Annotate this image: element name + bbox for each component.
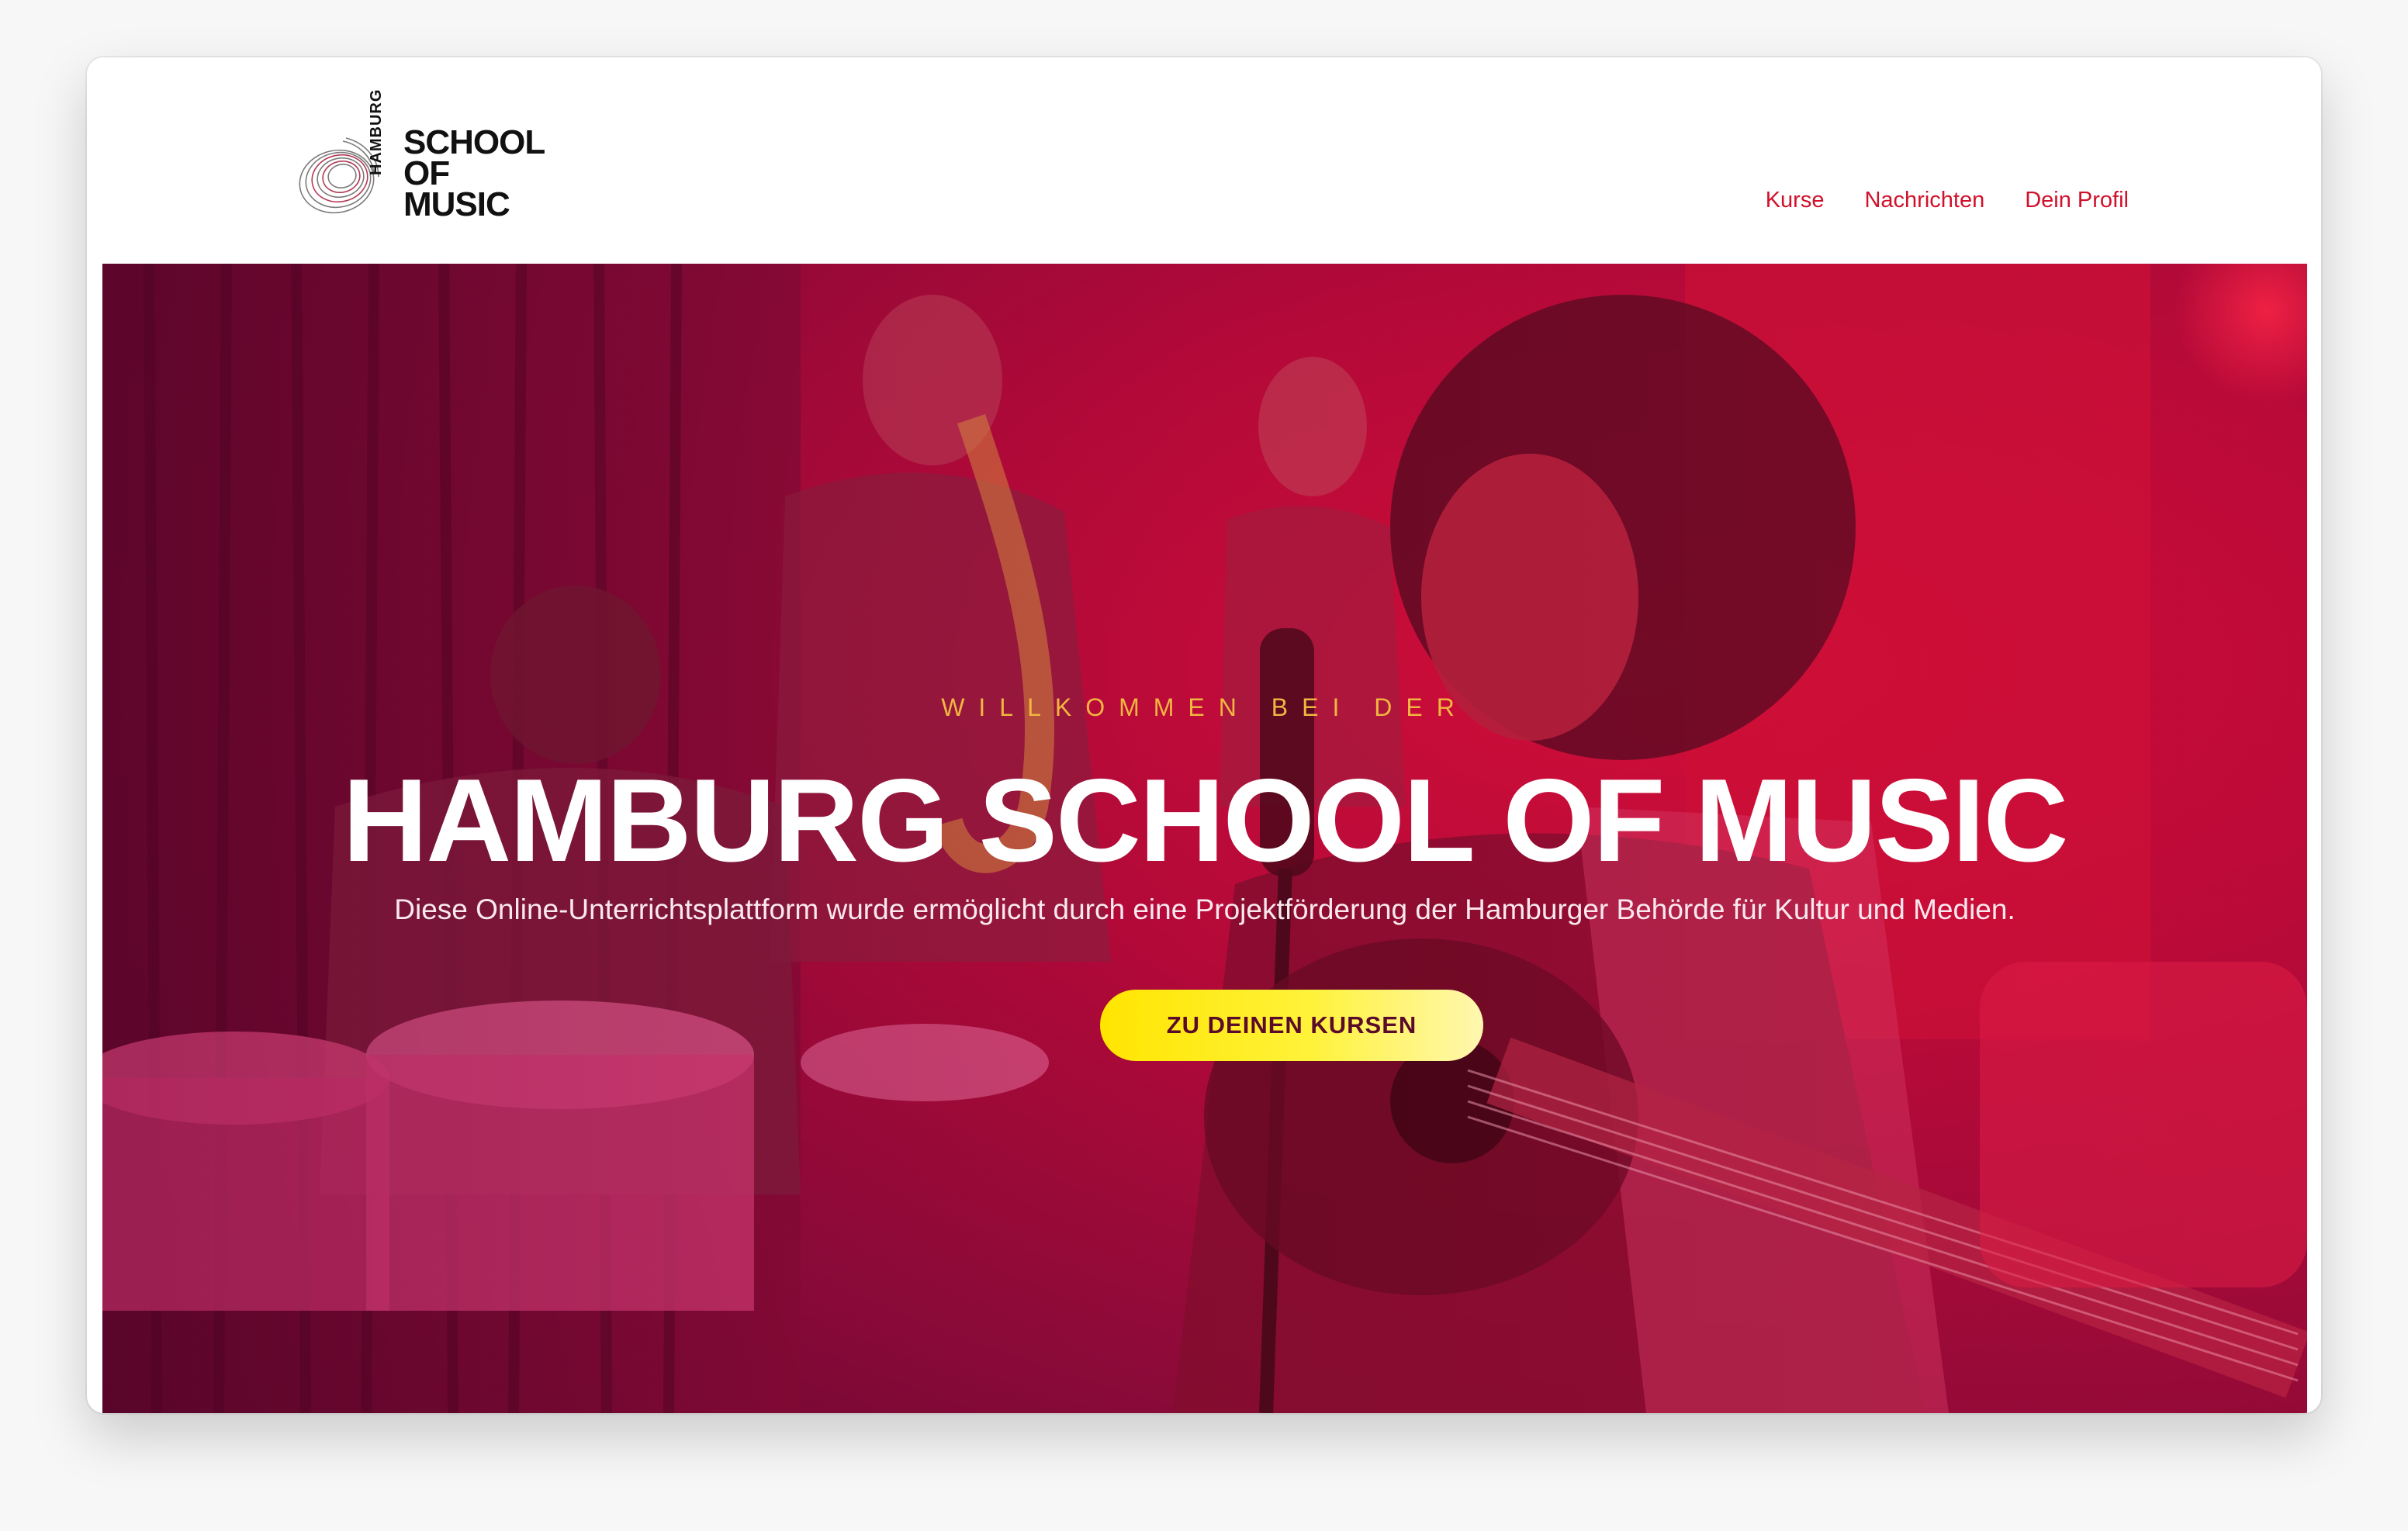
main-nav: Kurse Nachrichten Dein Profil [1766,188,2129,213]
logo-hamburg-text: HAMBURG [368,88,385,175]
site-logo[interactable]: HAMBURG SCHOOL OF MUSIC [296,89,576,225]
hero-subtitle: Diese Online-Unterrichtsplattform wurde … [394,893,2015,925]
nav-link-kurse[interactable]: Kurse [1766,188,1825,213]
browser-window: HAMBURG SCHOOL OF MUSIC Kurse Nachrichte… [87,57,2321,1413]
hero-title: HAMBURG SCHOOL OF MUSIC [342,755,2069,886]
logo-line-music: MUSIC [403,185,510,223]
nav-link-nachrichten[interactable]: Nachrichten [1864,188,1984,213]
zu-deinen-kursen-button[interactable]: ZU DEINEN KURSEN [1100,990,1483,1061]
nav-link-dein-profil[interactable]: Dein Profil [2025,188,2129,213]
hero-kicker: WILLKOMMEN BEI DER [941,693,1469,721]
site-header: HAMBURG SCHOOL OF MUSIC Kurse Nachrichte… [87,57,2321,239]
logo-line-of: OF [403,154,450,192]
logo-line-school: SCHOOL [403,123,545,161]
hero-section: WILLKOMMEN BEI DER HAMBURG SCHOOL OF MUS… [102,264,2307,1413]
